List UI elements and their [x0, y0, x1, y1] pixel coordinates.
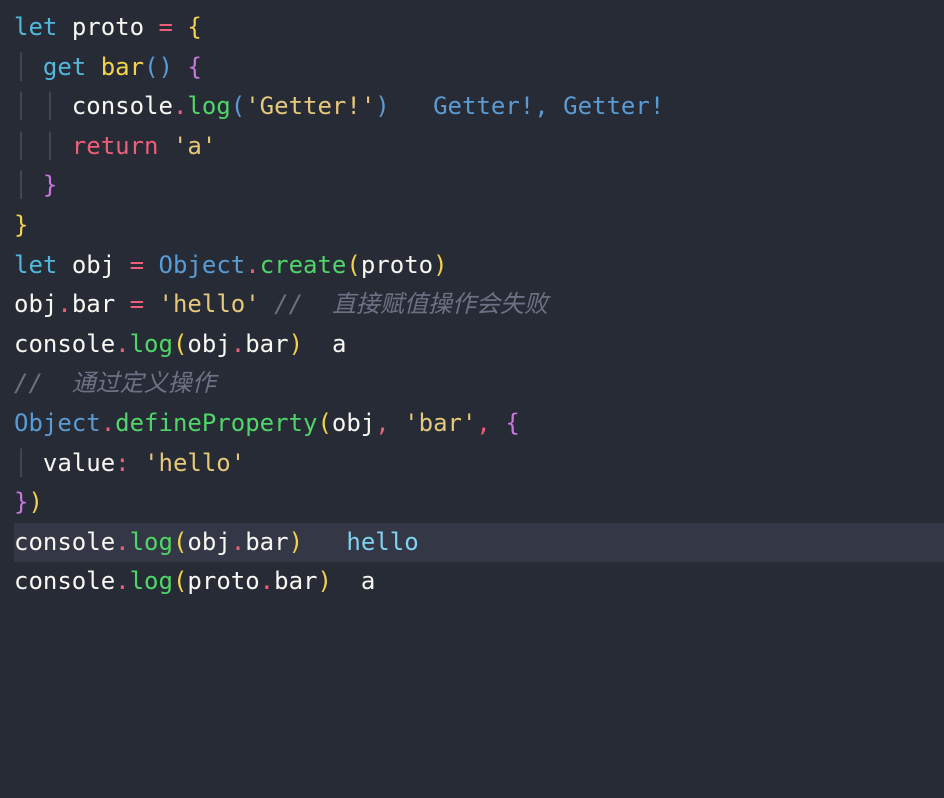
property-value: value [43, 449, 115, 477]
paren-close: ) [289, 330, 303, 358]
identifier-console: console [14, 528, 115, 556]
paren-close: ) [317, 567, 331, 595]
identifier-console: console [14, 330, 115, 358]
indent-guide: │ [14, 53, 43, 81]
paren-open: ( [173, 567, 187, 595]
indent-guide: │ │ [14, 92, 72, 120]
operator-eq: = [115, 290, 158, 318]
string-literal: 'hello' [144, 449, 245, 477]
identifier-proto: proto [72, 13, 144, 41]
brace-close: } [43, 171, 57, 199]
identifier-object: Object [14, 409, 101, 437]
method-create: create [260, 251, 347, 279]
paren-close: ) [289, 528, 303, 556]
operator-dot: . [115, 528, 129, 556]
code-line: let obj = Object.create(proto) [14, 246, 944, 286]
paren-close: ) [28, 488, 42, 516]
operator-eq: = [144, 13, 187, 41]
paren-open: ( [231, 92, 245, 120]
identifier-obj: obj [72, 251, 115, 279]
identifier-proto: proto [361, 251, 433, 279]
indent-guide: │ [14, 449, 43, 477]
method-log: log [187, 92, 230, 120]
identifier-bar: bar [72, 290, 115, 318]
operator-dot: . [231, 528, 245, 556]
identifier-bar: bar [245, 528, 288, 556]
output-text: a [361, 567, 375, 595]
identifier-proto: proto [187, 567, 259, 595]
operator-dot: . [57, 290, 71, 318]
operator-dot: . [115, 330, 129, 358]
code-line: } [14, 206, 944, 246]
brace-close: } [14, 211, 28, 239]
string-literal: 'bar' [404, 409, 476, 437]
parens: () [144, 53, 173, 81]
paren-close: ) [375, 92, 389, 120]
brace-open: { [187, 13, 201, 41]
operator-dot: . [231, 330, 245, 358]
paren-open: ( [317, 409, 331, 437]
code-line: │ value: 'hello' [14, 444, 944, 484]
comment: // 通过定义操作 [14, 369, 216, 397]
operator-dot: . [245, 251, 259, 279]
paren-open: ( [346, 251, 360, 279]
operator-dot: . [115, 567, 129, 595]
code-line: │ │ console.log('Getter!') Getter!, Gett… [14, 87, 944, 127]
method-bar: bar [101, 53, 144, 81]
code-line: │ } [14, 166, 944, 206]
code-line: │ get bar() { [14, 48, 944, 88]
code-line: │ │ return 'a' [14, 127, 944, 167]
indent-guide: │ [14, 171, 43, 199]
identifier-console: console [14, 567, 115, 595]
identifier-bar: bar [245, 330, 288, 358]
method-log: log [130, 528, 173, 556]
code-line-active: console.log(obj.bar) hello [14, 523, 944, 563]
string-literal: 'a' [173, 132, 216, 160]
keyword-let: let [14, 13, 57, 41]
operator-dot: . [260, 567, 274, 595]
code-line: console.log(obj.bar) a [14, 325, 944, 365]
colon: : [115, 449, 129, 477]
output-text: hello [346, 528, 418, 556]
code-line: obj.bar = 'hello' // 直接赋值操作会失败 [14, 285, 944, 325]
brace-close: } [14, 488, 28, 516]
paren-close: ) [433, 251, 447, 279]
brace-open: { [505, 409, 519, 437]
identifier-obj: obj [332, 409, 375, 437]
output-text: Getter!, Getter! [433, 92, 664, 120]
code-line: console.log(proto.bar) a [14, 562, 944, 602]
method-log: log [130, 567, 173, 595]
paren-open: ( [173, 330, 187, 358]
output-text: a [332, 330, 346, 358]
code-line: let proto = { [14, 8, 944, 48]
brace-open: { [187, 53, 201, 81]
keyword-get: get [43, 53, 86, 81]
string-literal: 'Getter!' [245, 92, 375, 120]
indent-guide: │ │ [14, 132, 72, 160]
identifier-obj: obj [187, 528, 230, 556]
code-line: }) [14, 483, 944, 523]
identifier-console: console [72, 92, 173, 120]
comment: // 直接赋值操作会失败 [274, 290, 548, 318]
identifier-object: Object [159, 251, 246, 279]
code-line: Object.defineProperty(obj, 'bar', { [14, 404, 944, 444]
operator-eq: = [115, 251, 158, 279]
comma: , [375, 409, 389, 437]
operator-dot: . [101, 409, 115, 437]
method-defineproperty: defineProperty [115, 409, 317, 437]
code-line: // 通过定义操作 [14, 364, 944, 404]
keyword-let: let [14, 251, 57, 279]
string-literal: 'hello' [159, 290, 260, 318]
identifier-obj: obj [14, 290, 57, 318]
method-log: log [130, 330, 173, 358]
keyword-return: return [72, 132, 159, 160]
identifier-obj: obj [187, 330, 230, 358]
identifier-bar: bar [274, 567, 317, 595]
comma: , [476, 409, 490, 437]
operator-dot: . [173, 92, 187, 120]
paren-open: ( [173, 528, 187, 556]
